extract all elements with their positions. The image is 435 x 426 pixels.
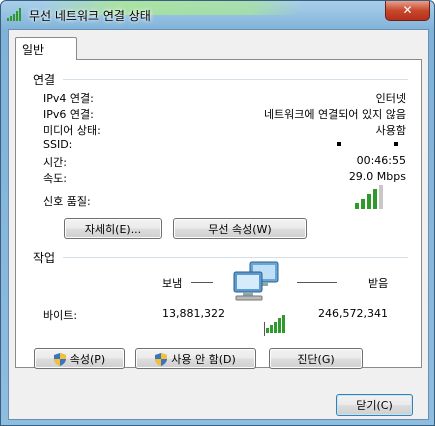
title-bar[interactable]: 무선 네트워크 연결 상태 ✕ [1,1,434,29]
ssid-mark-right [394,142,398,146]
speed-value: 29.0 Mbps [348,170,406,183]
activity-signal-icon [266,315,285,333]
received-connector [297,282,337,283]
ipv6-value: 네트워크에 연결되어 있지 않음 [263,108,406,121]
media-state-label: 미디어 상태: [43,124,101,137]
received-label: 받음 [368,277,389,290]
activity-connector-vertical [264,322,265,336]
sent-connector [191,282,213,283]
ssid-label: SSID: [43,138,73,151]
speed-label: 속도: [43,172,67,185]
tab-general[interactable]: 일반 [15,37,77,60]
bytes-received-value: 246,572,341 [318,307,388,320]
details-button[interactable]: 자세히(E)... [64,218,162,239]
connection-heading: 연결 [33,73,56,87]
ipv4-label: IPv4 연결: [43,92,94,105]
sent-label: 보냄 [162,277,183,290]
disable-button-label: 사용 안 함(D) [171,353,236,366]
tab-panel: 연결 IPv4 연결: 인터넷 IPv6 연결: 네트워크에 연결되어 있지 않… [15,59,422,369]
uac-shield-icon [53,353,66,366]
uac-shield-icon [155,353,168,366]
activity-heading: 작업 [33,251,56,265]
activity-divider [63,257,408,258]
wireless-properties-button[interactable]: 무선 속성(W) [173,218,307,239]
status-window: 무선 네트워크 연결 상태 ✕ 일반 연결 IPv4 연결: 인터넷 IPv6 … [0,0,435,426]
diagnose-button[interactable]: 진단(G) [269,348,363,369]
ssid-mark-left [337,142,341,146]
connection-divider [63,79,408,80]
duration-label: 시간: [43,156,67,169]
properties-button[interactable]: 속성(P) [34,348,125,369]
disable-button[interactable]: 사용 안 함(D) [135,348,256,369]
signal-quality-label: 신호 품질: [43,195,91,208]
signal-quality-icon [355,185,383,209]
title-close-button[interactable]: ✕ [385,1,430,21]
close-icon: ✕ [402,3,413,17]
wireless-signal-icon [7,8,21,21]
close-button[interactable]: 닫기(C) [336,394,413,416]
duration-value: 00:46:55 [356,154,406,167]
network-computers-icon [233,261,279,301]
window-title: 무선 네트워크 연결 상태 [29,9,151,23]
tab-general-label: 일반 [22,43,45,57]
dialog-client: 일반 연결 IPv4 연결: 인터넷 IPv6 연결: 네트워크에 연결되어 있… [8,29,429,420]
bytes-label: 바이트: [43,309,78,322]
properties-button-label: 속성(P) [69,353,106,366]
ipv4-value: 인터넷 [375,92,406,105]
bytes-sent-value: 13,881,322 [162,307,225,320]
media-state-value: 사용함 [375,124,406,137]
ipv6-label: IPv6 연결: [43,108,94,121]
